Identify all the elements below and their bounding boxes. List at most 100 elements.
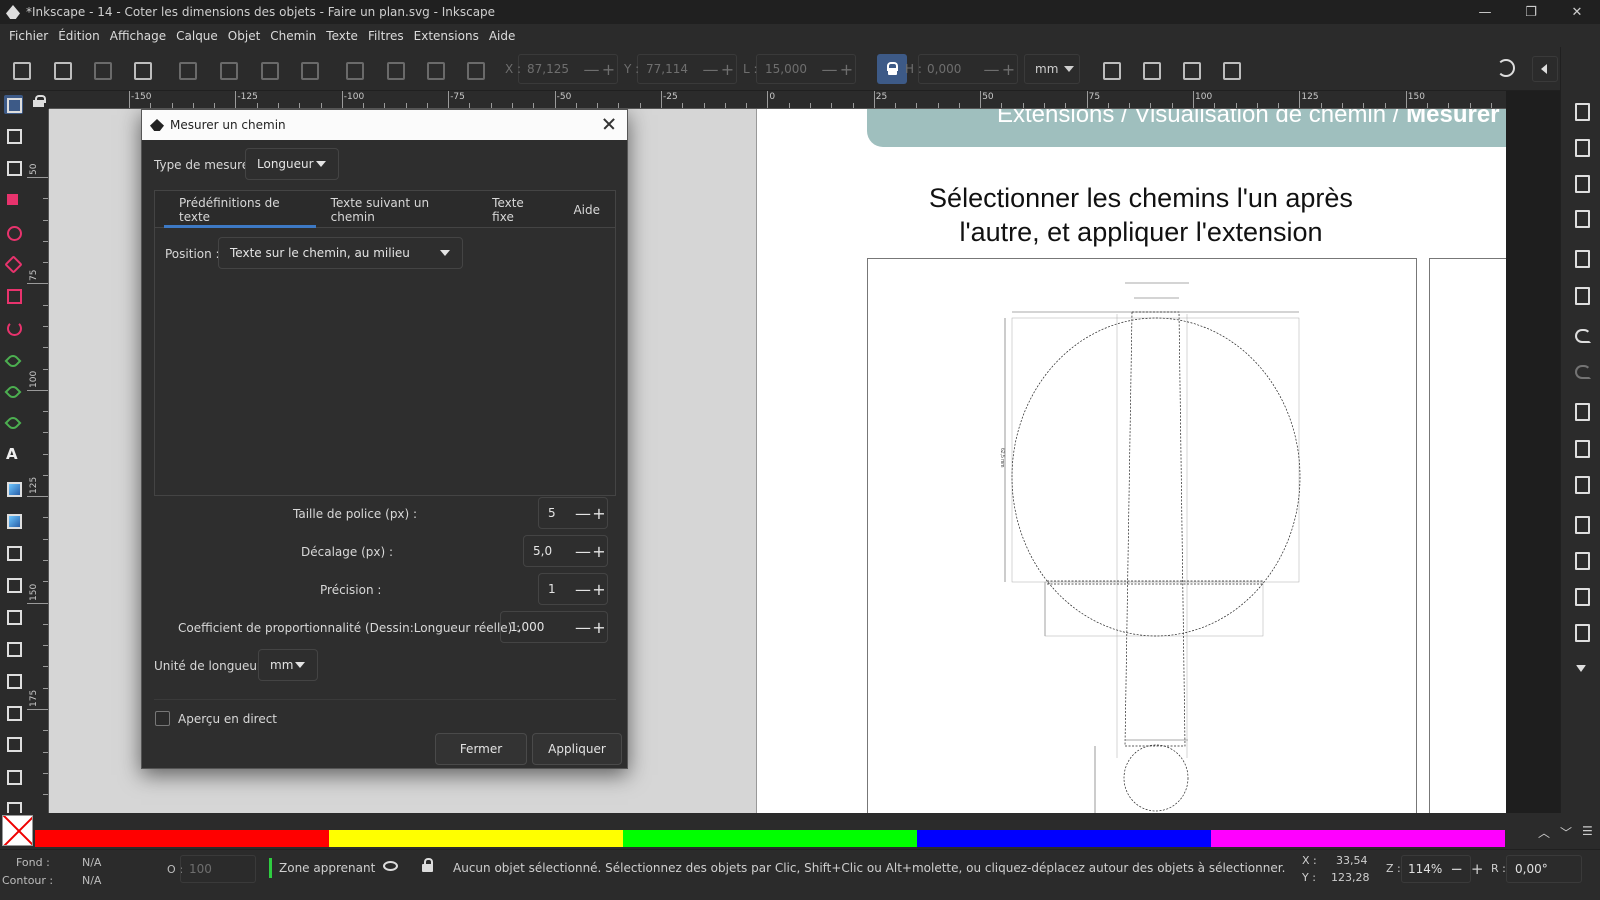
precision-decrement[interactable]: — <box>575 580 591 599</box>
no-paint-swatch[interactable] <box>2 815 33 846</box>
duplicate-icon[interactable] <box>1571 400 1591 421</box>
connector-tool-icon[interactable] <box>4 703 23 722</box>
width-decrement[interactable]: — <box>821 60 838 79</box>
redo-icon[interactable] <box>1571 360 1591 380</box>
box-3d-tool-icon[interactable] <box>4 286 23 305</box>
color-swatch-2[interactable] <box>623 830 917 847</box>
stroke-value[interactable]: N/A <box>82 874 101 887</box>
rectangle-tool-icon[interactable] <box>4 191 23 210</box>
current-layer[interactable]: Zone apprenant <box>279 861 375 875</box>
menu-chemin[interactable]: Chemin <box>265 29 321 43</box>
font-size-increment[interactable]: + <box>591 504 607 523</box>
close-window-button[interactable]: ✕ <box>1554 0 1600 24</box>
color-swatch-3[interactable] <box>917 830 1211 847</box>
fill-value[interactable]: N/A <box>82 856 101 869</box>
offset-decrement[interactable]: — <box>575 542 591 561</box>
close-icon[interactable] <box>601 116 617 132</box>
color-swatch-4[interactable] <box>1211 830 1505 847</box>
select-all-icon[interactable] <box>10 59 31 80</box>
menu-filtres[interactable]: Filtres <box>363 29 409 43</box>
spray-tool-icon[interactable] <box>4 639 23 658</box>
pages-tool-icon[interactable] <box>4 767 23 786</box>
font-size-spinbox[interactable]: 5 — + <box>538 497 608 529</box>
technical-drawing[interactable]: 62,5 mm <box>867 258 1417 813</box>
position-select[interactable]: Texte sur le chemin, au milieu <box>218 237 463 269</box>
y-field[interactable]: Y : 77,114 — + <box>624 54 737 84</box>
tab-fixed-text[interactable]: Texte fixe <box>477 191 558 228</box>
print-icon[interactable] <box>1571 207 1591 228</box>
live-preview-checkbox[interactable] <box>155 711 170 726</box>
y-increment[interactable]: + <box>719 60 736 79</box>
selector-tool-icon[interactable] <box>4 95 23 114</box>
precision-increment[interactable]: + <box>591 580 607 599</box>
apply-button[interactable]: Appliquer <box>532 733 622 765</box>
eye-icon[interactable] <box>383 861 398 871</box>
minimize-button[interactable]: — <box>1462 0 1508 24</box>
zoom-in-button[interactable]: + <box>1471 860 1484 878</box>
tab-text-on-path[interactable]: Texte suivant un chemin <box>316 191 478 228</box>
eraser-tool-icon[interactable] <box>4 671 23 690</box>
mesh-tool-icon[interactable] <box>4 511 23 530</box>
scale-factor-spinbox[interactable]: 1,000 — + <box>500 611 608 643</box>
maximize-button[interactable]: ❐ <box>1508 0 1554 24</box>
raise-icon[interactable] <box>384 59 405 80</box>
flip-vertical-icon[interactable] <box>298 59 319 80</box>
ellipse-tool-icon[interactable] <box>4 223 23 242</box>
node-tool-icon[interactable] <box>4 126 23 145</box>
tweak-tool-icon[interactable] <box>4 607 23 626</box>
canvas[interactable]: Extensions / Visualisation de chemin / M… <box>49 109 1506 813</box>
vertical-ruler[interactable]: 50 75 100 125 150 175 <box>27 109 49 813</box>
transform-gradients-icon[interactable] <box>1180 59 1201 80</box>
lower-icon[interactable] <box>424 59 445 80</box>
collapse-panel-button[interactable] <box>1532 56 1558 82</box>
zoom-drawing-icon[interactable] <box>1571 549 1591 570</box>
palette-scroll-up-icon[interactable]: ︿ <box>1538 824 1550 841</box>
width-field[interactable]: L : 15,000 — + <box>743 54 856 84</box>
undo-icon[interactable] <box>1571 324 1591 344</box>
star-tool-icon[interactable] <box>4 255 23 274</box>
more-commands-icon[interactable] <box>1571 660 1591 680</box>
y-decrement[interactable]: — <box>702 60 719 79</box>
close-button[interactable]: Fermer <box>435 733 527 765</box>
text-tool-icon[interactable] <box>4 445 23 465</box>
open-file-icon[interactable] <box>1571 136 1591 157</box>
snap-toggle-icon[interactable] <box>1497 59 1515 77</box>
import-icon[interactable] <box>1571 247 1591 268</box>
height-decrement[interactable]: — <box>983 60 1000 79</box>
gradient-tool-icon[interactable] <box>4 479 23 498</box>
menu-texte[interactable]: Texte <box>321 29 363 43</box>
menu-edition[interactable]: Édition <box>53 29 105 43</box>
scale-factor-decrement[interactable]: — <box>575 618 591 637</box>
measure-tool-icon[interactable] <box>4 734 23 753</box>
menu-calque[interactable]: Calque <box>171 29 223 43</box>
zoom-page-icon[interactable] <box>1571 585 1591 606</box>
lock-icon[interactable] <box>422 858 433 872</box>
color-swatch-0[interactable] <box>35 830 329 847</box>
font-size-decrement[interactable]: — <box>575 504 591 523</box>
spiral-tool-icon[interactable] <box>4 318 23 337</box>
height-field[interactable]: H : 0,000 — + <box>905 54 1018 84</box>
deselect-icon[interactable] <box>91 59 112 80</box>
horizontal-ruler[interactable]: -150-125-100-75-50-25025507510012515017 <box>49 91 1506 109</box>
paint-bucket-tool-icon[interactable] <box>4 575 23 594</box>
offset-spinbox[interactable]: 5,0 — + <box>523 535 608 567</box>
menu-extensions[interactable]: Extensions <box>409 29 484 43</box>
x-field[interactable]: X : 87,125 — + <box>505 54 618 84</box>
tab-text-presets[interactable]: Prédéfinitions de texte <box>164 191 316 228</box>
scale-stroke-icon[interactable] <box>1100 59 1121 80</box>
pen-tool-icon[interactable] <box>4 352 23 371</box>
dialog-titlebar[interactable]: Mesurer un chemin <box>142 110 627 140</box>
scale-factor-increment[interactable]: + <box>591 618 607 637</box>
select-all-layers-icon[interactable] <box>51 59 72 80</box>
lock-ratio-button[interactable] <box>877 54 907 84</box>
shape-builder-tool-icon[interactable] <box>4 158 23 177</box>
x-increment[interactable]: + <box>600 60 617 79</box>
cut-icon[interactable] <box>1571 437 1591 458</box>
rotation-field[interactable]: 0,00° <box>1506 855 1582 883</box>
palette-menu-icon[interactable]: ☰ <box>1582 824 1593 838</box>
new-document-icon[interactable] <box>1571 100 1591 121</box>
unit-select[interactable]: mm <box>1024 54 1080 84</box>
length-unit-select[interactable]: mm <box>258 649 318 681</box>
lock-guides-icon[interactable] <box>27 91 49 109</box>
measure-type-select[interactable]: Longueur <box>245 148 339 180</box>
